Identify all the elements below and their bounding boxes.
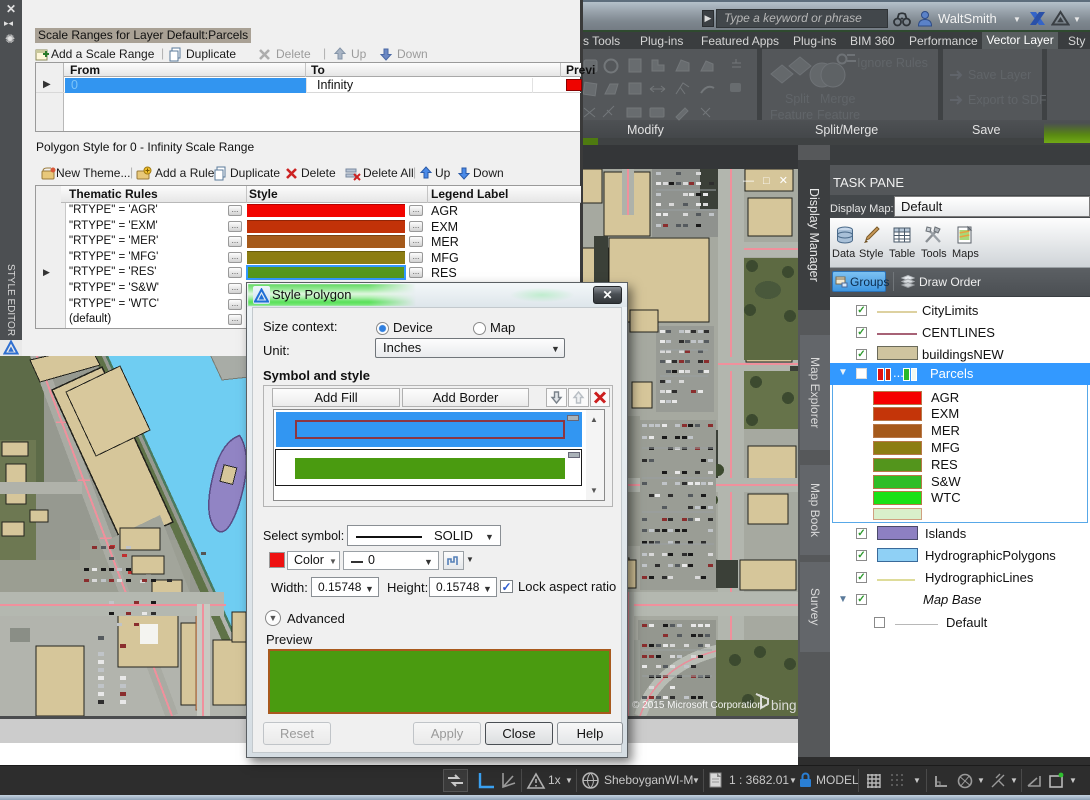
svg-text:Feature: Feature [770, 108, 813, 122]
svg-text:bing: bing [771, 698, 797, 713]
svg-text:Feature: Feature [817, 108, 860, 122]
svg-text:© 2015 Microsoft Corporation: © 2015 Microsoft Corporation [632, 700, 763, 711]
svg-text:Merge: Merge [820, 92, 855, 106]
svg-text:Split: Split [785, 92, 810, 106]
